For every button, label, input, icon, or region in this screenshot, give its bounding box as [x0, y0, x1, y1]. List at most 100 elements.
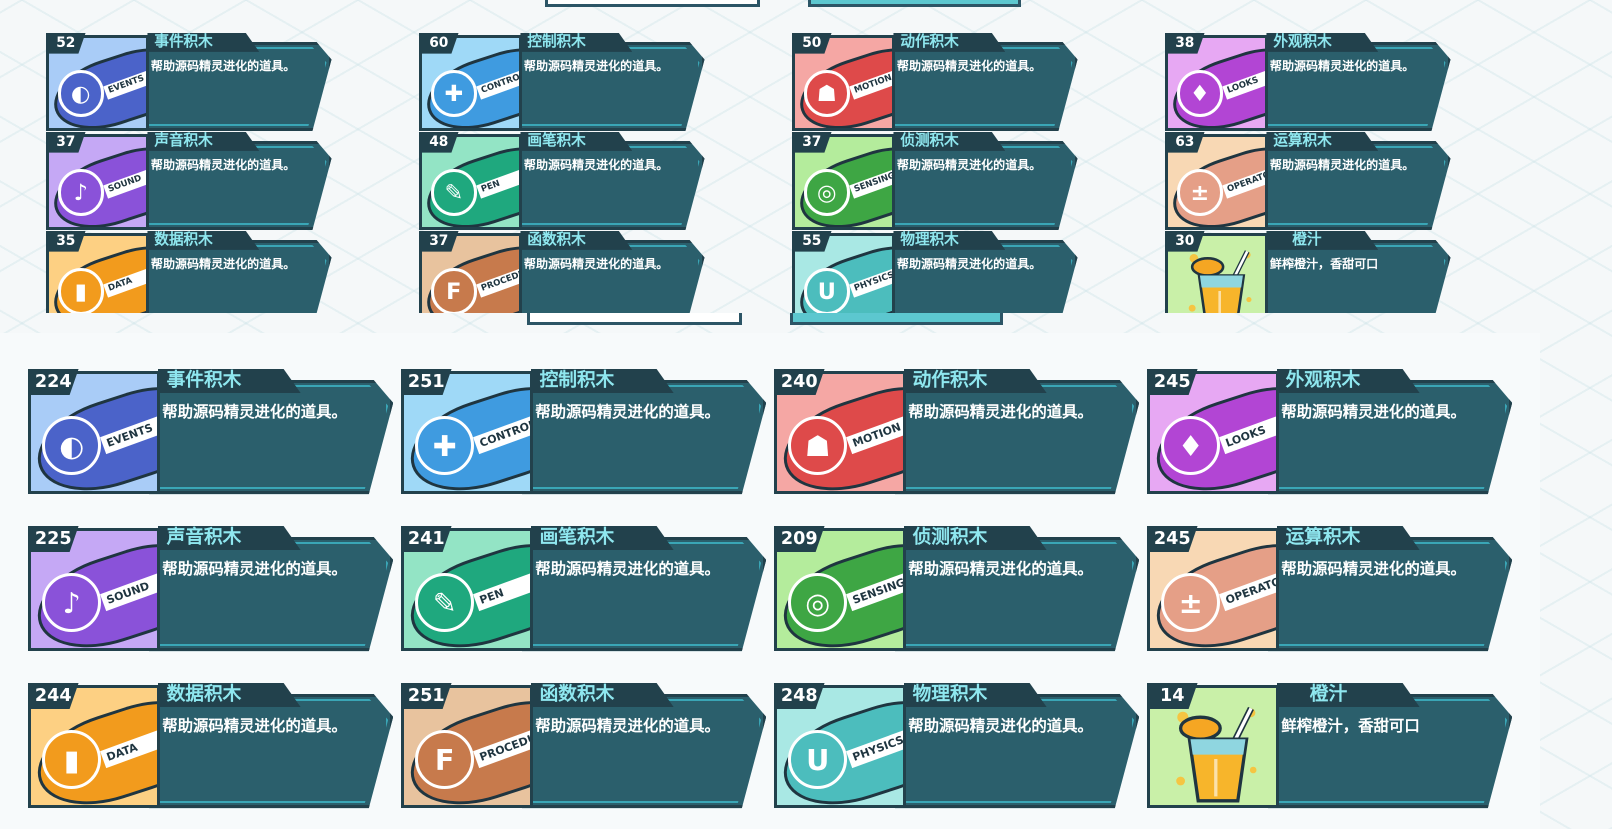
- item-card[interactable]: 动作积木 帮助源码精灵进化的道具。 ☗ MOTION 50: [792, 33, 1082, 136]
- item-description: 鲜榨橙汁，香甜可口: [1281, 716, 1420, 735]
- item-name: 声音积木: [147, 132, 260, 151]
- item-name: 橙汁: [1276, 683, 1420, 708]
- item-card[interactable]: 橙汁 鲜榨橙汁，香甜可口 14: [1147, 683, 1518, 815]
- item-card[interactable]: 物理积木 帮助源码精灵进化的道具。 U PHYSICS 55: [792, 231, 1082, 313]
- item-card[interactable]: 函数积木 帮助源码精灵进化的道具。 F PROCEDURE 37: [419, 231, 709, 313]
- card-body: [513, 239, 705, 313]
- item-card[interactable]: 侦测积木 帮助源码精灵进化的道具。 ◎ SENSING 209: [774, 526, 1145, 658]
- inventory-panel-top: 事件积木 帮助源码精灵进化的道具。 ◐ EVENTS 52 控制积木 帮助源码精灵进化的道具…: [0, 0, 1612, 313]
- inventory-panel-bottom: 事件积木 帮助源码精灵进化的道具。 ◐ EVENTS 224 控制积木帮助源码精灵进化的道…: [0, 313, 1612, 829]
- item-card[interactable]: 外观积木 帮助源码精灵进化的道具。 ♦ LOOKS 38: [1165, 33, 1455, 136]
- card-body: [149, 537, 394, 652]
- item-name: 橙汁: [1266, 231, 1379, 250]
- item-card[interactable]: 画笔积木 帮助源码精灵进化的道具。 ✎ PEN 48: [419, 132, 709, 235]
- item-name: 数据积木: [157, 683, 301, 708]
- ghost-icon: ☗: [803, 70, 851, 117]
- item-name: 数据积木: [147, 231, 260, 250]
- gamepad-icon: ✚: [430, 70, 478, 117]
- item-name: 函数积木: [520, 231, 633, 250]
- item-name: 事件积木: [147, 33, 260, 52]
- item-name: 运算积木: [1276, 526, 1420, 551]
- toggle-icon: ◐: [57, 70, 105, 117]
- card-body: [522, 537, 767, 652]
- item-description: 帮助源码精灵进化的道具。: [523, 257, 669, 272]
- item-name: 画笔积木: [520, 132, 633, 151]
- item-name: 动作积木: [893, 33, 1006, 52]
- item-card[interactable]: 控制积木 帮助源码精灵进化的道具。 ✚ CONTROL 251: [401, 369, 772, 501]
- card-body: [1268, 537, 1513, 652]
- item-description: 帮助源码精灵进化的道具。: [523, 158, 669, 173]
- item-description: 帮助源码精灵进化的道具。: [535, 559, 720, 578]
- item-description: 帮助源码精灵进化的道具。: [150, 59, 296, 74]
- item-name: 运算积木: [1266, 132, 1379, 151]
- item-description: 帮助源码精灵进化的道具。: [896, 257, 1042, 272]
- shirt-icon: ♦: [1176, 70, 1224, 117]
- target-icon: ◎: [803, 169, 851, 216]
- bar-chart-icon: ▮: [57, 268, 105, 313]
- item-card[interactable]: 函数积木 帮助源码精灵进化的道具。 F PROCEDURE 251: [401, 683, 772, 815]
- card-body: [140, 140, 332, 231]
- item-card[interactable]: 控制积木 帮助源码精灵进化的道具。 ✚ CONTROL 60: [419, 33, 709, 136]
- tab-left[interactable]: [545, 0, 760, 7]
- item-card[interactable]: 运算积木 帮助源码精灵进化的道具。 ± OPERATOR 63: [1165, 132, 1455, 235]
- card-body: [886, 140, 1078, 231]
- calculator-icon: ±: [1176, 169, 1224, 216]
- microphone-icon: ♪: [57, 169, 105, 216]
- item-card[interactable]: 数据积木 帮助源码精灵进化的道具。 ▮ DATA 35: [46, 231, 336, 313]
- item-description: 帮助源码精灵进化的道具。: [1281, 402, 1466, 421]
- item-name: 侦测积木: [893, 132, 1006, 151]
- item-description: 帮助源码精灵进化的道具。: [162, 716, 347, 735]
- tab-right[interactable]: [808, 0, 1021, 7]
- item-description: 鲜榨橙汁，香甜可口: [1269, 257, 1379, 272]
- item-description: 帮助源码精灵进化的道具。: [908, 402, 1093, 421]
- item-description: 帮助源码精灵进化的道具。: [150, 158, 296, 173]
- item-description: 帮助源码精灵进化的道具。: [896, 158, 1042, 173]
- item-card[interactable]: 声音积木 帮助源码精灵进化的道具。 ♪ SOUND 37: [46, 132, 336, 235]
- item-name: 外观积木: [1276, 369, 1420, 394]
- item-description: 帮助源码精灵进化的道具。: [896, 59, 1042, 74]
- card-body: [149, 380, 394, 495]
- item-description: 帮助源码精灵进化的道具。: [1269, 158, 1415, 173]
- item-card[interactable]: 数据积木 帮助源码精灵进化的道具。 ▮ DATA 244: [28, 683, 399, 815]
- item-name: 侦测积木: [903, 526, 1047, 551]
- function-icon: F: [430, 268, 478, 313]
- card-body: [513, 41, 705, 132]
- card-body: [1259, 140, 1451, 231]
- card-body: [513, 140, 705, 231]
- item-description: 帮助源码精灵进化的道具。: [150, 257, 296, 272]
- card-body: [895, 380, 1140, 495]
- card-body: [140, 41, 332, 132]
- item-description: 帮助源码精灵进化的道具。: [162, 402, 347, 421]
- item-name: 控制积木: [530, 369, 674, 394]
- item-description: 帮助源码精灵进化的道具。: [535, 716, 720, 735]
- item-card[interactable]: 声音积木 帮助源码精灵进化的道具。 ♪ SOUND 225: [28, 526, 399, 658]
- card-body: [1268, 694, 1513, 809]
- item-card[interactable]: 事件积木 帮助源码精灵进化的道具。 ◐ EVENTS 52: [46, 33, 336, 136]
- item-description: 帮助源码精灵进化的道具。: [908, 716, 1093, 735]
- card-body: [895, 537, 1140, 652]
- item-card[interactable]: 橙汁 鲜榨橙汁，香甜可口 30: [1165, 231, 1455, 313]
- item-card[interactable]: 运算积木 帮助源码精灵进化的道具。 ± OPERATOR 245: [1147, 526, 1518, 658]
- card-body: [522, 694, 767, 809]
- item-card[interactable]: 物理积木 帮助源码精灵进化的道具。 U PHYSICS 248: [774, 683, 1145, 815]
- tab-right[interactable]: [790, 313, 1003, 325]
- item-description: 帮助源码精灵进化的道具。: [535, 402, 720, 421]
- card-body: [1259, 41, 1451, 132]
- item-card[interactable]: 外观积木 帮助源码精灵进化的道具。 ♦ LOOKS 245: [1147, 369, 1518, 501]
- card-body: [1259, 239, 1451, 313]
- item-card[interactable]: 动作积木 帮助源码精灵进化的道具。 ☗ MOTION 240: [774, 369, 1145, 501]
- item-description: 帮助源码精灵进化的道具。: [523, 59, 669, 74]
- card-body: [886, 239, 1078, 313]
- tab-left[interactable]: [527, 313, 742, 325]
- magnet-icon: U: [803, 268, 851, 313]
- item-card[interactable]: 侦测积木 帮助源码精灵进化的道具。 ◎ SENSING 37: [792, 132, 1082, 235]
- pen-icon: ✎: [430, 169, 478, 216]
- item-description: 帮助源码精灵进化的道具。: [1281, 559, 1466, 578]
- card-body: [522, 380, 767, 495]
- item-name: 物理积木: [893, 231, 1006, 250]
- item-name: 画笔积木: [530, 526, 674, 551]
- item-card[interactable]: 画笔积木 帮助源码精灵进化的道具。 ✎ PEN 241: [401, 526, 772, 658]
- card-body: [895, 694, 1140, 809]
- item-card[interactable]: 事件积木 帮助源码精灵进化的道具。 ◐ EVENTS 224: [28, 369, 399, 501]
- item-name: 控制积木: [520, 33, 633, 52]
